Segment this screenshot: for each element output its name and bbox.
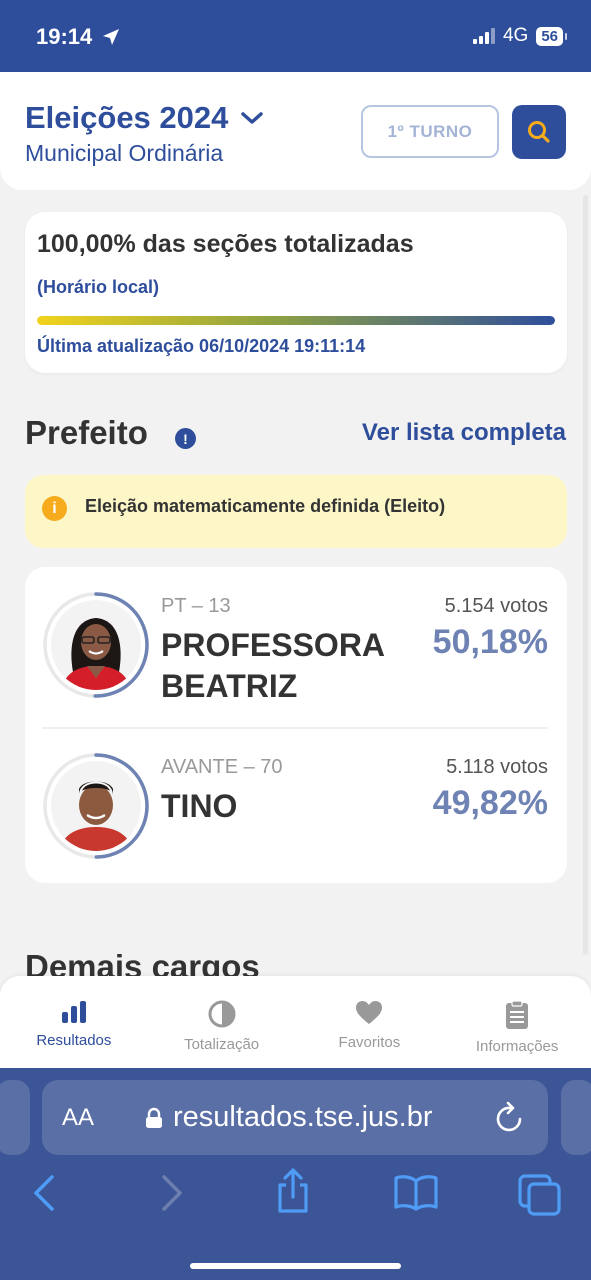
tab-informacoes[interactable]: Informações xyxy=(443,976,591,1068)
address-bar[interactable]: AA resultados.tse.jus.br xyxy=(42,1080,548,1155)
candidate-party: AVANTE – 70 xyxy=(161,756,283,778)
candidate-party: PT – 13 xyxy=(161,595,231,617)
search-button[interactable] xyxy=(512,105,566,159)
network-label: 4G xyxy=(502,25,529,46)
reader-settings-button[interactable]: AA xyxy=(62,1104,94,1132)
view-full-list-link[interactable]: Ver lista completa xyxy=(362,419,566,447)
totalization-card: 100,00% das seções totalizadas (Horário … xyxy=(25,212,567,373)
tabs-icon[interactable] xyxy=(517,1173,563,1217)
share-icon[interactable] xyxy=(274,1167,312,1215)
candidate-photo xyxy=(51,600,141,690)
divider xyxy=(42,727,548,729)
candidate-votes: 5.118 votos xyxy=(446,756,548,778)
browser-toolbar: AA resultados.tse.jus.br xyxy=(0,1068,591,1280)
location-arrow-icon xyxy=(103,29,119,45)
app-header: Eleições 2024 Municipal Ordinária 1º TUR… xyxy=(0,72,591,190)
status-indicators: 4G 56 xyxy=(472,25,567,47)
election-status-alert: i Eleição matematicamente definida (Elei… xyxy=(25,475,567,548)
tab-resultados[interactable]: Resultados xyxy=(0,976,148,1068)
totalization-title: 100,00% das seções totalizadas xyxy=(37,230,414,258)
tab-label: Resultados xyxy=(36,1032,112,1049)
info-icon[interactable]: ! xyxy=(175,428,196,449)
local-time-label: (Horário local) xyxy=(37,277,160,297)
battery-icon: 56 xyxy=(536,26,567,46)
search-icon xyxy=(528,121,550,143)
progress-fill xyxy=(37,316,555,325)
tab-favoritos[interactable]: Favoritos xyxy=(296,976,444,1068)
bottom-tab-bar: Resultados Totalização Favoritos Informa… xyxy=(0,976,591,1068)
forward-icon xyxy=(162,1175,182,1211)
person-photo xyxy=(51,761,141,851)
candidate-avatar xyxy=(42,591,150,699)
turno-button[interactable]: 1º TURNO xyxy=(361,105,499,158)
candidate-votes: 5.154 votos xyxy=(444,595,548,617)
page-subtitle: Municipal Ordinária xyxy=(25,140,224,166)
tab-totalizacao[interactable]: Totalização xyxy=(148,976,296,1068)
section-title: Prefeito xyxy=(25,414,148,451)
scrollbar[interactable] xyxy=(583,195,588,955)
home-indicator xyxy=(190,1263,401,1269)
candidate-name: TINO xyxy=(161,788,238,824)
totalization-progress-bar xyxy=(37,316,555,325)
tab-label: Informações xyxy=(475,1038,559,1055)
candidate-avatar xyxy=(42,752,150,860)
candidate-percent: 50,18% xyxy=(432,623,548,661)
person-photo xyxy=(51,600,141,690)
reload-icon[interactable] xyxy=(494,1100,526,1134)
election-selector[interactable]: Eleições 2024 xyxy=(25,100,264,136)
chevron-down-icon[interactable] xyxy=(240,110,264,126)
previous-tab-preview[interactable] xyxy=(0,1080,30,1155)
candidate-row[interactable]: PT – 13 PROFESSORA BEATRIZ 5.154 votos 5… xyxy=(25,591,567,723)
back-icon[interactable] xyxy=(30,1173,58,1213)
info-circle-icon: i xyxy=(42,496,67,521)
signal-icon xyxy=(472,28,495,44)
bar-chart-icon xyxy=(61,1001,86,1023)
status-bar: 19:14 4G 56 xyxy=(0,0,591,72)
candidate-photo xyxy=(51,761,141,851)
pie-icon xyxy=(208,1000,236,1028)
alert-text: Eleição matematicamente definida (Eleito… xyxy=(85,496,446,516)
page-title[interactable]: Eleições 2024 xyxy=(25,100,228,136)
status-time: 19:14 xyxy=(36,24,93,49)
candidates-card: PT – 13 PROFESSORA BEATRIZ 5.154 votos 5… xyxy=(25,567,567,883)
clipboard-icon xyxy=(506,1000,529,1029)
last-update: Última atualização 06/10/2024 19:11:14 xyxy=(37,336,366,356)
next-tab-preview[interactable] xyxy=(561,1080,591,1155)
browser-nav-row xyxy=(0,1168,591,1223)
heart-icon xyxy=(356,1001,383,1024)
tab-label: Favoritos xyxy=(338,1034,401,1051)
tab-label: Totalização xyxy=(184,1036,260,1053)
bookmarks-icon[interactable] xyxy=(393,1173,439,1211)
candidate-name: PROFESSORA BEATRIZ xyxy=(161,627,384,704)
candidate-row[interactable]: AVANTE – 70 TINO 5.118 votos 49,82% xyxy=(25,752,567,862)
url-text: resultados.tse.jus.br xyxy=(173,1101,433,1133)
lock-icon xyxy=(146,1107,162,1128)
candidate-percent: 49,82% xyxy=(432,784,548,822)
